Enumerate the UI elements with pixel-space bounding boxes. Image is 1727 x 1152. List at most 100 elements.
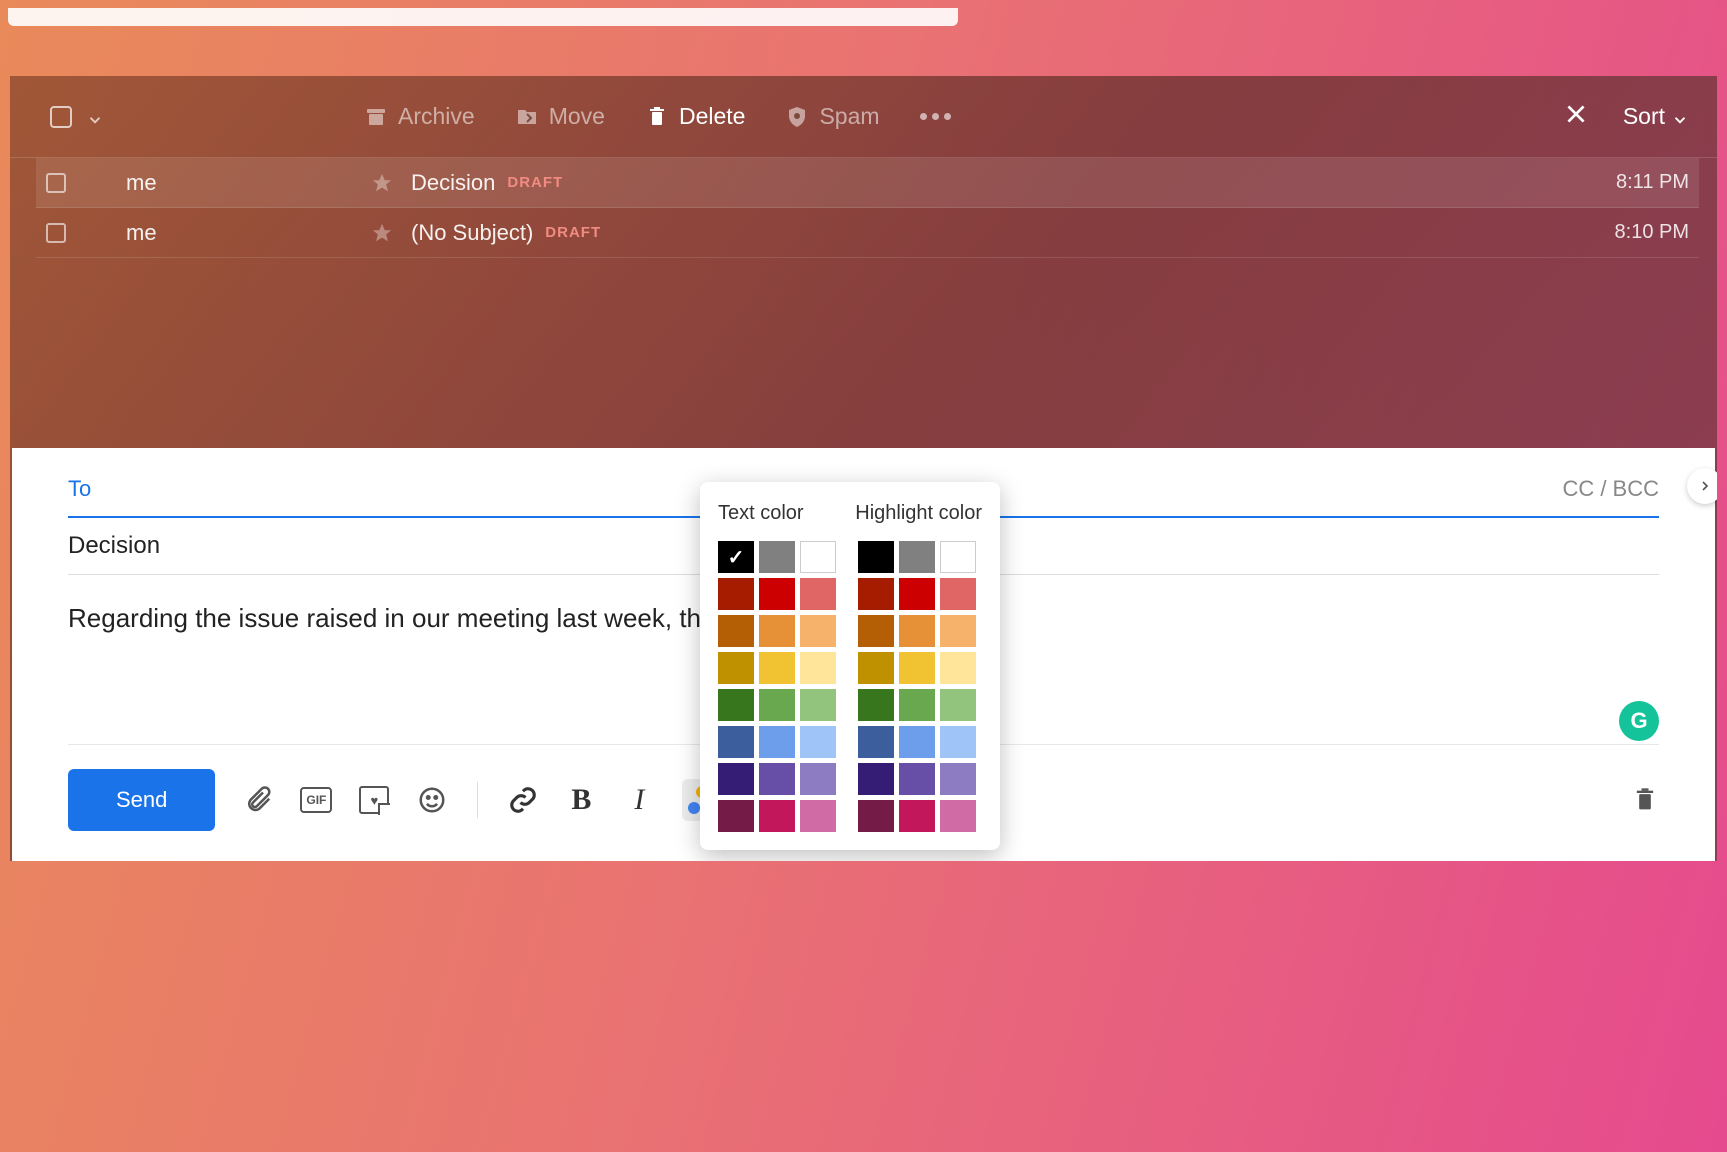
color-swatch[interactable] bbox=[800, 578, 836, 610]
spam-label: Spam bbox=[819, 103, 879, 130]
highlight-color-grid bbox=[858, 541, 976, 832]
color-swatch[interactable] bbox=[800, 541, 836, 573]
color-swatch[interactable] bbox=[858, 652, 894, 684]
select-menu-chevron[interactable] bbox=[86, 108, 104, 126]
color-swatch[interactable] bbox=[800, 615, 836, 647]
message-row[interactable]: me (No Subject) DRAFT 8:10 PM bbox=[36, 208, 1699, 258]
color-picker-popover: Text color Highlight color bbox=[700, 482, 1000, 850]
color-swatch[interactable] bbox=[718, 541, 754, 573]
color-swatch[interactable] bbox=[899, 652, 935, 684]
mail-app: Archive Move Delete Spam bbox=[10, 76, 1717, 861]
toolbar-divider bbox=[477, 782, 478, 818]
color-swatch[interactable] bbox=[800, 763, 836, 795]
link-icon[interactable] bbox=[508, 785, 538, 815]
expand-compose-button[interactable] bbox=[1687, 468, 1717, 504]
row-checkbox[interactable] bbox=[46, 173, 66, 193]
color-swatch[interactable] bbox=[800, 800, 836, 832]
move-icon bbox=[515, 105, 539, 129]
text-color-grid bbox=[718, 541, 836, 832]
message-subject: (No Subject) bbox=[411, 220, 533, 246]
color-swatch[interactable] bbox=[858, 578, 894, 610]
color-swatch[interactable] bbox=[759, 615, 795, 647]
star-icon[interactable] bbox=[371, 172, 393, 194]
color-swatch[interactable] bbox=[858, 541, 894, 573]
star-icon[interactable] bbox=[371, 222, 393, 244]
move-button[interactable]: Move bbox=[515, 103, 605, 130]
color-swatch[interactable] bbox=[858, 615, 894, 647]
message-sender: me bbox=[126, 220, 371, 246]
sort-label: Sort bbox=[1623, 103, 1665, 130]
bold-button[interactable]: B bbox=[566, 785, 596, 815]
color-swatch[interactable] bbox=[759, 578, 795, 610]
to-label: To bbox=[68, 476, 91, 502]
highlight-color-title: Highlight color bbox=[855, 502, 982, 525]
browser-chrome-stub bbox=[8, 8, 958, 26]
color-swatch[interactable] bbox=[759, 541, 795, 573]
draft-badge: DRAFT bbox=[507, 174, 563, 191]
select-all-checkbox[interactable] bbox=[50, 106, 72, 128]
delete-button[interactable]: Delete bbox=[645, 103, 745, 130]
spam-button[interactable]: Spam bbox=[785, 103, 879, 130]
color-swatch[interactable] bbox=[940, 726, 976, 758]
discard-draft-button[interactable] bbox=[1631, 786, 1659, 814]
color-swatch[interactable] bbox=[940, 800, 976, 832]
color-swatch[interactable] bbox=[800, 652, 836, 684]
color-swatch[interactable] bbox=[718, 763, 754, 795]
archive-button[interactable]: Archive bbox=[364, 103, 475, 130]
color-swatch[interactable] bbox=[899, 726, 935, 758]
color-swatch[interactable] bbox=[940, 763, 976, 795]
cc-bcc-toggle[interactable]: CC / BCC bbox=[1562, 476, 1659, 502]
message-row[interactable]: me Decision DRAFT 8:11 PM bbox=[36, 158, 1699, 208]
color-swatch[interactable] bbox=[718, 578, 754, 610]
color-swatch[interactable] bbox=[800, 726, 836, 758]
color-swatch[interactable] bbox=[800, 689, 836, 721]
color-swatch[interactable] bbox=[759, 763, 795, 795]
message-time: 8:10 PM bbox=[1615, 221, 1689, 244]
color-swatch[interactable] bbox=[940, 541, 976, 573]
color-swatch[interactable] bbox=[718, 800, 754, 832]
color-swatch[interactable] bbox=[899, 689, 935, 721]
close-button[interactable] bbox=[1563, 101, 1589, 133]
color-swatch[interactable] bbox=[718, 615, 754, 647]
color-swatch[interactable] bbox=[718, 652, 754, 684]
grammarly-badge[interactable]: G bbox=[1619, 701, 1659, 741]
color-swatch[interactable] bbox=[858, 726, 894, 758]
move-label: Move bbox=[549, 103, 605, 130]
message-list: me Decision DRAFT 8:11 PM me (No Subject… bbox=[10, 158, 1717, 258]
color-swatch[interactable] bbox=[759, 689, 795, 721]
sticker-icon[interactable]: ♥ bbox=[359, 785, 389, 815]
more-actions-button[interactable] bbox=[920, 113, 951, 120]
color-swatch[interactable] bbox=[858, 763, 894, 795]
emoji-icon[interactable] bbox=[417, 785, 447, 815]
color-swatch[interactable] bbox=[940, 615, 976, 647]
attach-icon[interactable] bbox=[243, 785, 273, 815]
send-button[interactable]: Send bbox=[68, 769, 215, 831]
color-swatch[interactable] bbox=[858, 800, 894, 832]
draft-badge: DRAFT bbox=[545, 224, 601, 241]
gif-icon[interactable]: GIF bbox=[301, 785, 331, 815]
color-swatch[interactable] bbox=[759, 726, 795, 758]
color-swatch[interactable] bbox=[940, 689, 976, 721]
message-subject: Decision bbox=[411, 170, 495, 196]
spam-shield-icon bbox=[785, 105, 809, 129]
color-swatch[interactable] bbox=[940, 578, 976, 610]
color-swatch[interactable] bbox=[718, 726, 754, 758]
color-swatch[interactable] bbox=[899, 541, 935, 573]
color-swatch[interactable] bbox=[899, 578, 935, 610]
color-swatch[interactable] bbox=[899, 615, 935, 647]
color-swatch[interactable] bbox=[899, 800, 935, 832]
italic-button[interactable]: I bbox=[624, 785, 654, 815]
color-swatch[interactable] bbox=[759, 652, 795, 684]
archive-label: Archive bbox=[398, 103, 475, 130]
sort-button[interactable]: Sort bbox=[1623, 103, 1689, 130]
subject-input[interactable]: Decision bbox=[68, 532, 160, 560]
message-time: 8:11 PM bbox=[1616, 171, 1689, 194]
color-swatch[interactable] bbox=[759, 800, 795, 832]
color-swatch[interactable] bbox=[858, 689, 894, 721]
color-swatch[interactable] bbox=[899, 763, 935, 795]
chevron-down-icon bbox=[1671, 108, 1689, 126]
color-swatch[interactable] bbox=[940, 652, 976, 684]
color-swatch[interactable] bbox=[718, 689, 754, 721]
row-checkbox[interactable] bbox=[46, 223, 66, 243]
message-sender: me bbox=[126, 170, 371, 196]
